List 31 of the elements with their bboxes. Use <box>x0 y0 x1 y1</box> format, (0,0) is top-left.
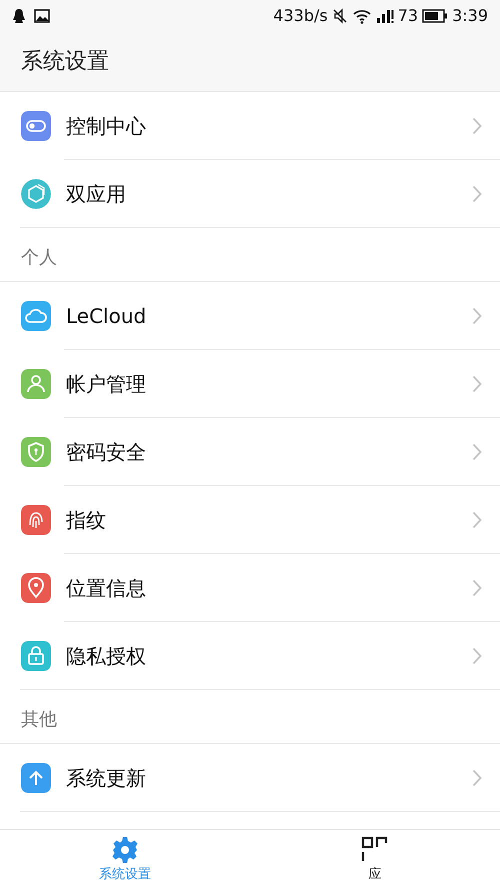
section-title: 其他 <box>21 708 57 732</box>
settings-row[interactable]: 帐户管理 <box>0 350 500 418</box>
battery-percent-text: 73 <box>398 5 418 27</box>
settings-row[interactable]: 双应用 <box>0 160 500 228</box>
image-icon <box>34 9 50 23</box>
chevron-right-icon <box>472 511 482 529</box>
chevron-right-icon <box>472 185 482 203</box>
chat-app-icon <box>12 8 26 24</box>
settings-row[interactable]: LeCloud <box>0 282 500 350</box>
chevron-right-icon <box>472 443 482 461</box>
settings-row[interactable]: 位置信息 <box>0 554 500 622</box>
chevron-right-icon <box>472 117 482 135</box>
bottom-tab[interactable]: 应 <box>250 830 500 889</box>
settings-row[interactable]: 指纹 <box>0 486 500 554</box>
page-title: 系统设置 <box>21 48 109 76</box>
wifi-icon <box>352 8 372 24</box>
settings-row[interactable]: 控制中心 <box>0 92 500 160</box>
clock-text: 3:39 <box>452 5 488 27</box>
chevron-right-icon <box>472 307 482 325</box>
section-title: 个人 <box>21 246 57 270</box>
battery-icon <box>422 9 448 23</box>
chevron-right-icon <box>472 375 482 393</box>
mute-icon <box>332 8 348 24</box>
settings-row[interactable]: 密码安全 <box>0 418 500 486</box>
signal-icon <box>376 8 394 24</box>
chevron-right-icon <box>472 579 482 597</box>
chevron-right-icon <box>472 769 482 787</box>
network-speed-text: 433b/s <box>273 5 328 27</box>
settings-row[interactable]: 隐私授权 <box>0 622 500 690</box>
settings-row[interactable]: 系统更新 <box>0 744 500 812</box>
chevron-right-icon <box>472 647 482 665</box>
